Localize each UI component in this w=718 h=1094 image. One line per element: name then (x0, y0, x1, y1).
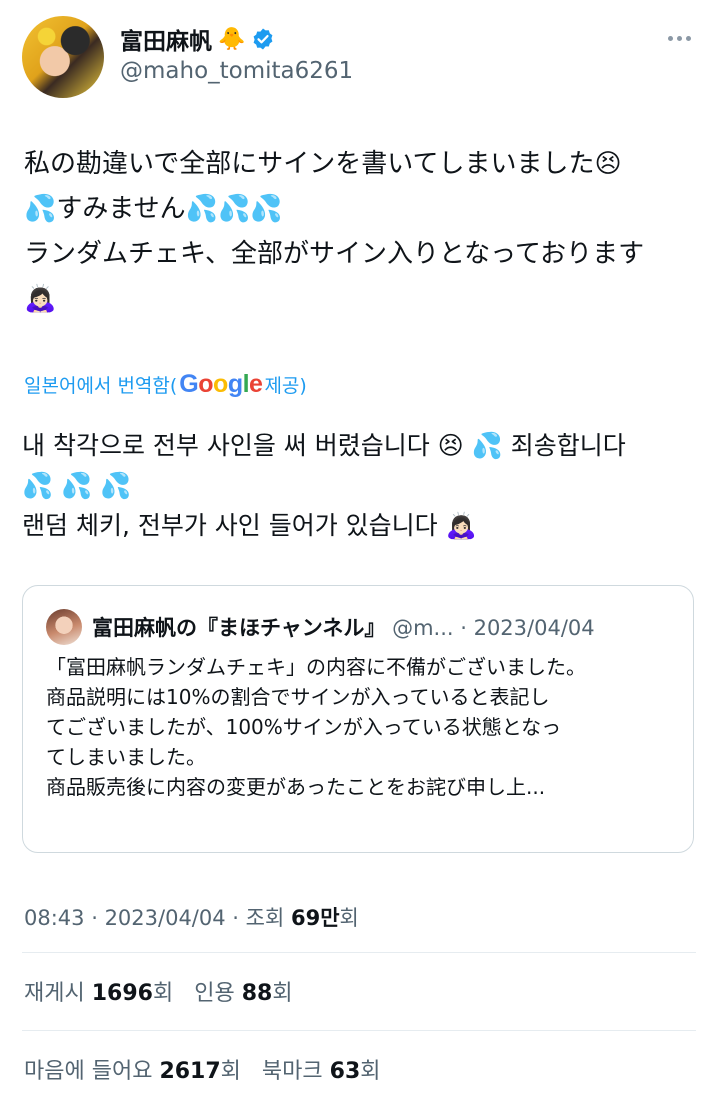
translation-suffix: 제공) (264, 375, 307, 397)
bookmarks-stat[interactable]: 북마크 63회 (262, 1059, 381, 1084)
bookmarks-count: 63 (329, 1059, 361, 1084)
tweet-text: 私の勘違いで全部にサインを書いてしまいました😣 💦すみません💦💦💦 ランダムチェ… (24, 149, 645, 314)
divider (22, 952, 696, 953)
google-logo: Google (179, 370, 263, 398)
translated-text: 내 착각으로 전부 사인을 써 버렸습니다 😣 💦 죄송합니다 💦 💦 💦 랜덤… (22, 431, 626, 540)
quote-separator: · (453, 616, 474, 640)
quote-date: 2023/04/04 (473, 616, 595, 640)
quote-author-avatar (46, 609, 82, 645)
tweet-date: 2023/04/04 (104, 906, 226, 930)
tweet-timestamp[interactable]: 08:43 · 2023/04/04 · 조회 69만회 (24, 902, 359, 932)
more-options-icon[interactable] (664, 28, 694, 48)
author-name[interactable]: 富田麻帆 (120, 22, 212, 56)
divider (22, 1030, 696, 1031)
likes-stats-row: 마음에 들어요 2617회 북마크 63회 (24, 1053, 395, 1085)
quote-author-name: 富田麻帆の『まほチャンネル』 (92, 616, 386, 640)
translation-prefix: 일본어에서 번역함( (24, 375, 178, 397)
likes-stat[interactable]: 마음에 들어요 2617회 (24, 1059, 241, 1084)
reposts-stat[interactable]: 재게시 1696회 (24, 981, 173, 1006)
verified-badge-icon (254, 28, 273, 50)
repost-stats-row: 재게시 1696회 인용 88회 (24, 975, 307, 1007)
quote-author-handle: @m... (392, 616, 454, 640)
author-name-row[interactable]: 富田麻帆 🐥 (120, 22, 275, 56)
chick-emoji: 🐥 (218, 26, 246, 52)
quotes-stat[interactable]: 인용 88회 (194, 981, 292, 1006)
author-avatar[interactable] (22, 16, 104, 98)
views-label: 조회 (245, 906, 285, 930)
views-count: 69만 (290, 906, 340, 930)
author-handle[interactable]: @maho_tomita6261 (120, 58, 353, 84)
quote-header: 富田麻帆の『まほチャンネル』 @m... · 2023/04/04 (92, 612, 682, 642)
quote-text: 「富田麻帆ランダムチェキ」の内容に不備がございました。 商品説明には10%の割合… (46, 655, 586, 799)
translation-attribution[interactable]: 일본어에서 번역함( Google 제공) (24, 370, 307, 399)
quotes-count: 88 (241, 981, 273, 1006)
likes-count: 2617 (159, 1059, 221, 1084)
tweet-time: 08:43 (24, 906, 85, 930)
reposts-count: 1696 (91, 981, 153, 1006)
